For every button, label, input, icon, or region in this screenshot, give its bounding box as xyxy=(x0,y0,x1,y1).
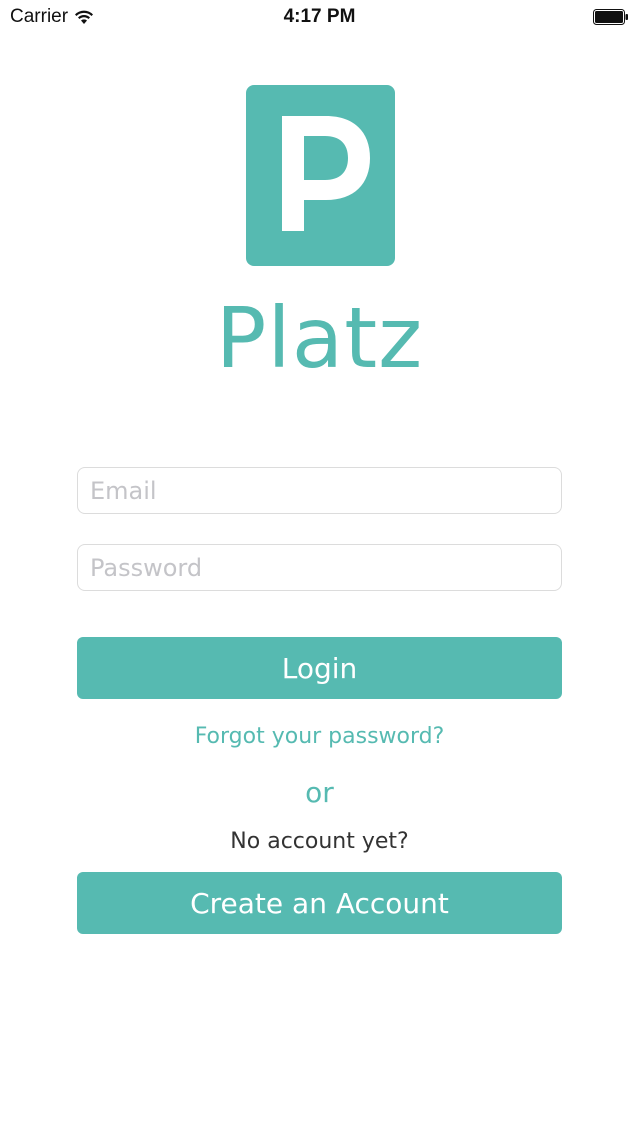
login-button[interactable]: Login xyxy=(77,637,562,699)
or-divider-text: or xyxy=(305,776,334,809)
brand-name: Platz xyxy=(215,289,424,387)
battery-icon xyxy=(593,9,628,25)
create-account-button[interactable]: Create an Account xyxy=(77,872,562,934)
status-time: 4:17 PM xyxy=(283,6,356,27)
no-account-text: No account yet? xyxy=(230,829,409,854)
email-field[interactable] xyxy=(77,467,562,514)
status-bar: Carrier 4:17 PM xyxy=(0,0,639,34)
app-logo xyxy=(246,85,395,266)
forgot-password-link[interactable]: Forgot your password? xyxy=(0,724,639,749)
password-field[interactable] xyxy=(77,544,562,591)
logo-p-mark xyxy=(282,116,370,231)
